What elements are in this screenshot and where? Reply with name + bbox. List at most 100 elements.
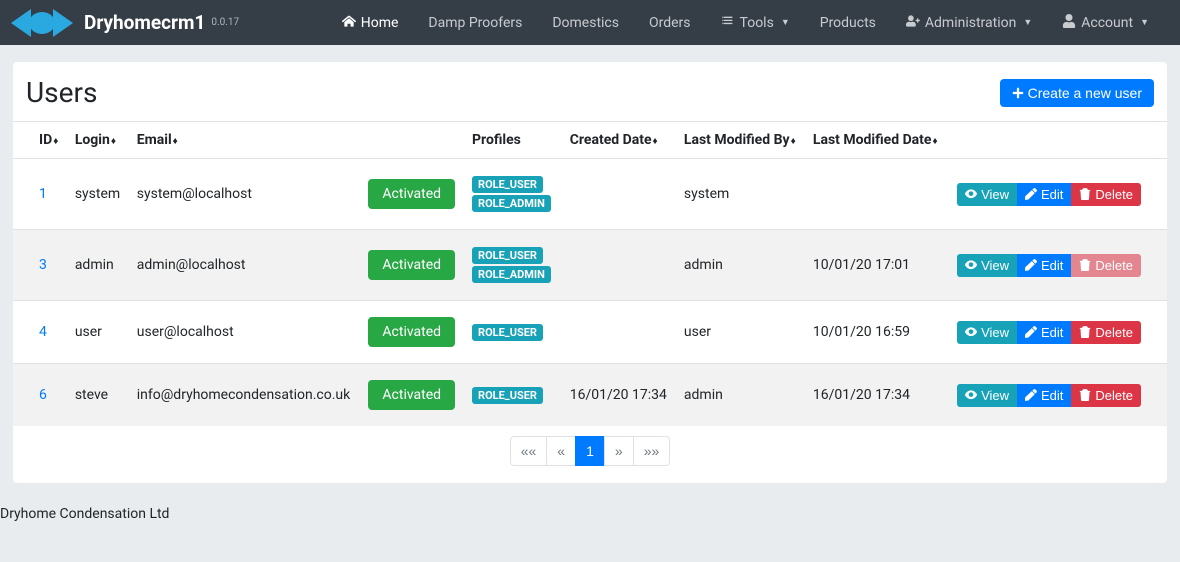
page-next[interactable]: » <box>604 436 634 466</box>
cell-login: user <box>67 301 129 364</box>
brand-name: Dryhomecrm1 <box>84 11 205 34</box>
table-row: 4useruser@localhostActivatedROLE_USERuse… <box>13 301 1167 364</box>
sort-icon: ♦ <box>173 136 178 147</box>
col-created-date[interactable]: Created Date♦ <box>562 122 676 159</box>
eye-icon <box>965 325 977 340</box>
nav-tools-label: Tools <box>740 15 774 31</box>
brand-logo[interactable] <box>0 5 84 41</box>
cell-last-modified-by: user <box>676 301 805 364</box>
cell-profiles: ROLE_USER <box>464 301 562 364</box>
cell-last-modified-date: 16/01/20 17:34 <box>805 364 947 427</box>
page-prev[interactable]: « <box>546 436 576 466</box>
caret-down-icon: ▼ <box>781 17 790 28</box>
user-icon <box>1062 14 1076 32</box>
edit-button[interactable]: Edit <box>1017 321 1071 344</box>
sort-icon: ♦ <box>932 136 937 147</box>
eye-icon <box>965 388 977 403</box>
delete-button[interactable]: Delete <box>1071 321 1141 344</box>
pagination: «« « 1 » »» <box>13 426 1167 483</box>
pencil-icon <box>1025 187 1037 202</box>
delete-button[interactable]: Delete <box>1071 254 1141 277</box>
cell-created-date: 16/01/20 17:34 <box>562 364 676 427</box>
view-button[interactable]: View <box>957 254 1017 277</box>
trash-icon <box>1079 388 1091 403</box>
cell-login: system <box>67 159 129 230</box>
edit-button[interactable]: Edit <box>1017 254 1071 277</box>
page-current[interactable]: 1 <box>575 436 605 466</box>
users-table: ID♦ Login♦ Email♦ Profiles Created Date♦… <box>13 122 1167 426</box>
cell-profiles: ROLE_USER ROLE_ADMIN <box>464 159 562 230</box>
cell-profiles: ROLE_USER <box>464 364 562 427</box>
brand-version: 0.0.17 <box>211 17 239 28</box>
id-link[interactable]: 3 <box>39 257 47 273</box>
role-badge: ROLE_USER <box>472 247 543 264</box>
cell-last-modified-date <box>805 159 947 230</box>
plus-icon <box>1012 87 1024 99</box>
table-row: 3adminadmin@localhostActivatedROLE_USERR… <box>13 230 1167 301</box>
edit-button[interactable]: Edit <box>1017 384 1071 407</box>
status-badge[interactable]: Activated <box>368 179 455 209</box>
nav-orders[interactable]: Orders <box>634 0 706 45</box>
table-row: 1systemsystem@localhostActivatedROLE_USE… <box>13 159 1167 230</box>
role-badge: ROLE_ADMIN <box>472 195 551 212</box>
page-first[interactable]: «« <box>510 436 548 466</box>
view-button[interactable]: View <box>957 384 1017 407</box>
nav-orders-label: Orders <box>649 15 691 31</box>
cell-last-modified-date: 10/01/20 17:01 <box>805 230 947 301</box>
cell-email: user@localhost <box>129 301 361 364</box>
user-plus-icon <box>906 14 920 32</box>
sort-icon: ♦ <box>53 136 58 147</box>
pencil-icon <box>1025 325 1037 340</box>
col-last-modified-by[interactable]: Last Modified By♦ <box>676 122 805 159</box>
sort-icon: ♦ <box>111 136 116 147</box>
id-link[interactable]: 6 <box>39 387 47 403</box>
col-login[interactable]: Login♦ <box>67 122 129 159</box>
cell-login: admin <box>67 230 129 301</box>
caret-down-icon: ▼ <box>1140 17 1149 28</box>
id-link[interactable]: 4 <box>39 324 47 340</box>
col-last-modified-date[interactable]: Last Modified Date♦ <box>805 122 947 159</box>
nav-tools[interactable]: Tools ▼ <box>706 0 805 45</box>
status-badge[interactable]: Activated <box>368 250 455 280</box>
edit-button[interactable]: Edit <box>1017 183 1071 206</box>
view-button[interactable]: View <box>957 321 1017 344</box>
col-id[interactable]: ID♦ <box>13 122 67 159</box>
cell-last-modified-by: admin <box>676 230 805 301</box>
table-row: 6steveinfo@dryhomecondensation.co.ukActi… <box>13 364 1167 427</box>
delete-button[interactable]: Delete <box>1071 183 1141 206</box>
trash-icon <box>1079 325 1091 340</box>
create-user-button[interactable]: Create a new user <box>1000 79 1154 107</box>
id-link[interactable]: 1 <box>39 186 47 202</box>
sort-icon: ♦ <box>791 136 796 147</box>
view-button[interactable]: View <box>957 183 1017 206</box>
nav-damp-proofers-label: Damp Proofers <box>428 15 522 31</box>
col-profiles: Profiles <box>464 122 562 159</box>
nav-products[interactable]: Products <box>805 0 891 45</box>
nav-administration[interactable]: Administration▼ <box>891 0 1047 45</box>
cell-last-modified-date: 10/01/20 16:59 <box>805 301 947 364</box>
page-last[interactable]: »» <box>633 436 671 466</box>
nav-home[interactable]: Home <box>327 0 414 45</box>
list-icon <box>721 14 735 32</box>
nav-damp-proofers[interactable]: Damp Proofers <box>413 0 537 45</box>
sort-icon: ♦ <box>653 136 658 147</box>
delete-button[interactable]: Delete <box>1071 384 1141 407</box>
content-card: Users Create a new user ID♦ Login♦ Email… <box>13 62 1167 483</box>
page-header: Users Create a new user <box>13 62 1167 122</box>
footer: Dryhome Condensation Ltd <box>0 500 1180 562</box>
cell-created-date <box>562 230 676 301</box>
home-icon <box>342 14 356 32</box>
status-badge[interactable]: Activated <box>368 380 455 410</box>
role-badge: ROLE_ADMIN <box>472 266 551 283</box>
nav-domestics[interactable]: Domestics <box>537 0 634 45</box>
role-badge: ROLE_USER <box>472 176 543 193</box>
role-badge: ROLE_USER <box>472 324 543 341</box>
page-title: Users <box>26 76 97 109</box>
nav-domestics-label: Domestics <box>552 15 619 31</box>
nav-administration-label: Administration <box>925 15 1016 31</box>
status-badge[interactable]: Activated <box>368 317 455 347</box>
col-email[interactable]: Email♦ <box>129 122 361 159</box>
nav-account[interactable]: Account▼ <box>1047 0 1164 45</box>
role-badge: ROLE_USER <box>472 387 543 404</box>
cell-created-date <box>562 159 676 230</box>
